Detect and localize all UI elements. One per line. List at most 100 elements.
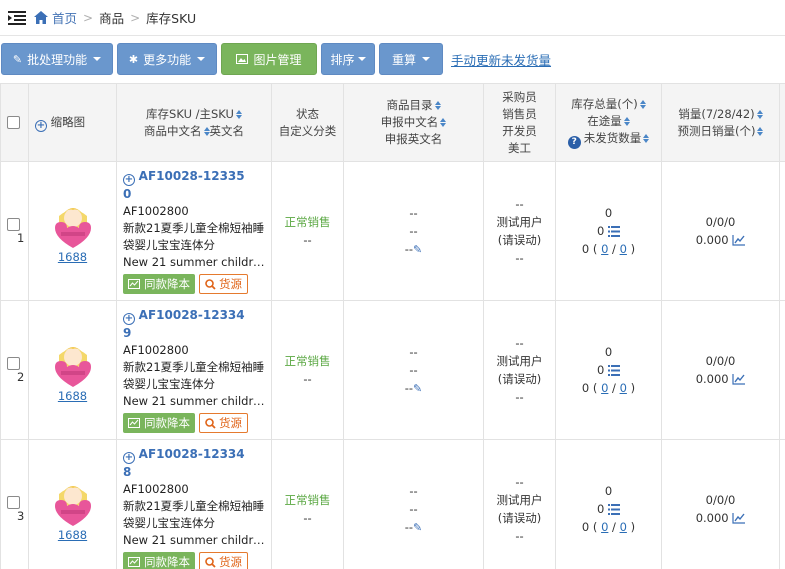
same-style-cost-button[interactable]: 同款降本	[123, 413, 195, 433]
sku-link-tail[interactable]: 0	[123, 186, 265, 203]
sku-link[interactable]: AF10028-12335	[139, 169, 245, 183]
plus-circle-icon[interactable]: +	[35, 119, 47, 132]
source-link[interactable]: 1688	[58, 389, 87, 403]
product-thumbnail[interactable]	[53, 476, 93, 528]
status-badge: 正常销售	[284, 493, 331, 507]
search-icon	[205, 556, 216, 568]
list-icon[interactable]	[607, 504, 620, 515]
sort-icon[interactable]	[203, 126, 210, 136]
sku-header-cn[interactable]: 商品中文名	[144, 124, 202, 138]
sales-header-line2[interactable]: 预测日销量(个)	[678, 124, 756, 138]
slash: /	[612, 520, 616, 534]
unshipped-a-link[interactable]: 0	[601, 242, 608, 256]
breadcrumb-home[interactable]: 首页	[52, 8, 77, 27]
unshipped-b-link[interactable]: 0	[620, 242, 627, 256]
unshipped-b-link[interactable]: 0	[620, 381, 627, 395]
sort-icon[interactable]	[623, 117, 630, 126]
catalog-header-line1[interactable]: 商品目录	[387, 98, 433, 112]
sort-icon[interactable]	[643, 134, 650, 143]
seller-value: 测试用户	[496, 354, 543, 368]
unshipped-b-link[interactable]: 0	[620, 520, 627, 534]
unshipped-a-link[interactable]: 0	[601, 520, 608, 534]
row-checkbox[interactable]	[7, 357, 20, 370]
main-sku: AF1002800	[123, 482, 189, 496]
stock-header-line2[interactable]: 在途量	[587, 114, 622, 128]
search-icon	[205, 278, 216, 290]
plus-circle-icon[interactable]: +	[123, 452, 135, 464]
plus-circle-icon[interactable]: +	[123, 174, 135, 186]
custom-category: --	[303, 233, 312, 247]
select-all-cell	[0, 83, 29, 162]
menu-toggle-icon[interactable]	[8, 10, 26, 25]
staff-cell: -- 测试用户 (请误动) --	[483, 300, 556, 440]
plus-circle-icon[interactable]: +	[123, 313, 135, 325]
custom-category: --	[303, 372, 312, 386]
image-manage-button[interactable]: 图片管理	[221, 43, 317, 75]
row-checkbox[interactable]	[7, 218, 20, 231]
sort-label: 排序	[330, 52, 355, 67]
supply-source-button[interactable]: 货源	[199, 552, 248, 569]
catalog-header-line2[interactable]: 申报中文名	[381, 115, 439, 129]
sort-icon[interactable]	[757, 126, 764, 136]
edit-icon[interactable]: ✎	[413, 243, 422, 256]
sku-link[interactable]: AF10028-12334	[139, 447, 245, 461]
in-transit: 0	[597, 502, 605, 516]
sort-icon[interactable]	[440, 118, 447, 127]
sku-header-line1[interactable]: 库存SKU /主SKU	[146, 107, 234, 121]
source-link[interactable]: 1688	[58, 250, 87, 264]
stock-header: 库存总量(个) 在途量 ? 未发货数量	[555, 83, 662, 162]
same-style-cost-button[interactable]: 同款降本	[123, 552, 195, 569]
product-name-cn-2: 袋婴儿宝宝连体分	[123, 516, 215, 530]
sales-header-line1[interactable]: 销量(7/28/42)	[678, 107, 754, 121]
catalog-cell: -- -- --✎	[343, 439, 484, 569]
select-all-checkbox[interactable]	[7, 116, 20, 129]
sku-header-en[interactable]: 英文名	[210, 124, 245, 138]
sort-icon[interactable]	[639, 100, 646, 109]
product-thumbnail[interactable]	[53, 337, 93, 389]
sku-link-tail[interactable]: 9	[123, 325, 265, 342]
more-actions-button[interactable]: ✱ 更多功能	[117, 43, 217, 75]
sort-icon[interactable]	[235, 109, 242, 119]
breadcrumb-separator: >	[83, 10, 94, 25]
product-thumbnail[interactable]	[53, 198, 93, 250]
breadcrumb-goods[interactable]: 商品	[99, 8, 124, 27]
recalc-button[interactable]: 重算	[379, 43, 443, 75]
breadcrumb-separator: >	[130, 10, 141, 25]
paren-close: )	[630, 381, 636, 395]
source-link[interactable]: 1688	[58, 528, 87, 542]
batch-actions-button[interactable]: ✎ 批处理功能	[1, 43, 113, 75]
same-style-cost-button[interactable]: 同款降本	[123, 274, 195, 294]
sku-link-tail[interactable]: 8	[123, 464, 265, 481]
catalog-value: --	[409, 483, 418, 498]
catalog-header: 商品目录 申报中文名 申报英文名	[343, 83, 484, 162]
edit-icon[interactable]: ✎	[413, 382, 422, 395]
status-cell: 正常销售 --	[271, 439, 344, 569]
product-name-cn-2: 袋婴儿宝宝连体分	[123, 377, 215, 391]
unshipped-total: 0	[581, 381, 590, 395]
trend-icon[interactable]	[732, 513, 746, 524]
sku-cell: + AF10028-12334 8 AF1002800 新款21夏季儿童全棉短袖…	[116, 439, 272, 569]
sort-icon[interactable]	[756, 109, 763, 119]
more-actions-label: 更多功能	[143, 52, 192, 67]
edit-icon[interactable]: ✎	[413, 521, 422, 534]
trend-icon[interactable]	[732, 235, 746, 246]
trend-icon[interactable]	[732, 374, 746, 385]
supply-source-button[interactable]: 货源	[199, 274, 248, 294]
art-value: --	[515, 529, 524, 543]
stock-header-line3[interactable]: 未发货数量	[584, 131, 642, 145]
extra-header	[779, 83, 785, 162]
stock-header-line1[interactable]: 库存总量(个)	[571, 97, 637, 111]
sales-header: 销量(7/28/42) 预测日销量(个)	[661, 83, 780, 162]
slash: /	[612, 381, 616, 395]
question-icon[interactable]: ?	[567, 136, 581, 149]
supply-source-button[interactable]: 货源	[199, 413, 248, 433]
manual-update-link[interactable]: 手动更新未发货量	[451, 50, 551, 69]
list-icon[interactable]	[607, 365, 620, 376]
catalog-cell: -- -- --✎	[343, 300, 484, 440]
sort-icon[interactable]	[434, 101, 441, 110]
list-icon[interactable]	[607, 226, 620, 237]
unshipped-a-link[interactable]: 0	[601, 381, 608, 395]
sort-button[interactable]: 排序	[321, 43, 375, 75]
sku-link[interactable]: AF10028-12334	[139, 308, 245, 322]
row-checkbox[interactable]	[7, 496, 20, 509]
